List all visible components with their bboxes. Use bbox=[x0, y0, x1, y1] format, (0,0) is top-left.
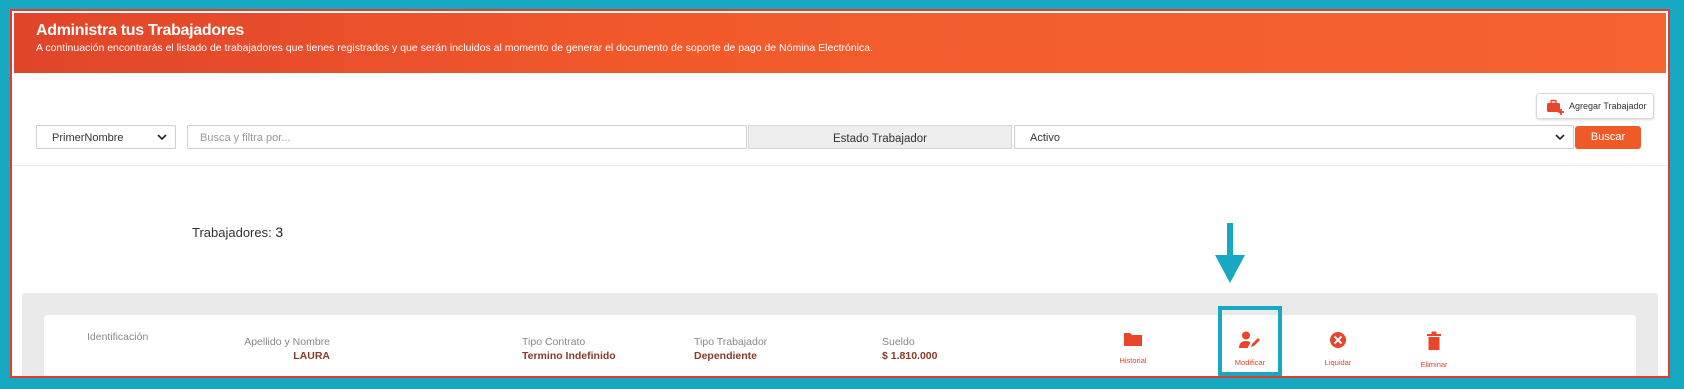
field-select[interactable]: PrimerNombre bbox=[36, 125, 176, 149]
chevron-down-icon bbox=[156, 129, 168, 148]
worker-count-value: 3 bbox=[275, 224, 284, 240]
close-circle-icon bbox=[1329, 332, 1347, 353]
estado-trabajador-label: Estado Trabajador bbox=[748, 125, 1012, 149]
tipo-trabajador-label: Tipo Trabajador bbox=[694, 336, 768, 348]
search-input[interactable]: Busca y filtra por... bbox=[187, 125, 747, 149]
nombre-value: LAURA bbox=[293, 350, 330, 362]
liquidar-label: Liquidar bbox=[1324, 358, 1352, 367]
add-worker-label: Agregar Trabajador bbox=[1569, 101, 1647, 111]
add-worker-button[interactable]: Agregar Trabajador bbox=[1536, 93, 1654, 119]
worker-count: Trabajadores: 3 bbox=[192, 224, 283, 240]
highlight-box bbox=[1218, 306, 1282, 376]
historial-label: Historial bbox=[1119, 356, 1147, 365]
worker-count-label: Trabajadores: bbox=[192, 225, 272, 240]
eliminar-button[interactable]: Eliminar bbox=[1404, 331, 1464, 369]
sueldo-label: Sueldo bbox=[882, 336, 915, 348]
filter-bar: PrimerNombre Busca y filtra por... Estad… bbox=[12, 125, 1668, 166]
historial-button[interactable]: Historial bbox=[1103, 331, 1163, 365]
tipo-contrato-column: Tipo Contrato Termino Indefinido bbox=[522, 336, 616, 362]
search-button[interactable]: Buscar bbox=[1575, 126, 1641, 149]
search-placeholder: Busca y filtra por... bbox=[200, 132, 291, 144]
tipo-contrato-label: Tipo Contrato bbox=[522, 336, 586, 348]
estado-select-value: Activo bbox=[1030, 132, 1060, 144]
nombre-column: Apellido y Nombre LAURA bbox=[244, 336, 330, 362]
field-select-value: PrimerNombre bbox=[52, 132, 124, 144]
page-header: Administra tus Trabajadores A continuaci… bbox=[14, 13, 1666, 73]
folder-icon bbox=[1123, 333, 1143, 351]
tipo-contrato-value: Termino Indefinido bbox=[522, 350, 616, 362]
chevron-down-icon bbox=[1554, 129, 1566, 148]
nombre-label: Apellido y Nombre bbox=[244, 336, 330, 348]
tipo-trabajador-column: Tipo Trabajador Dependiente bbox=[694, 336, 767, 362]
eliminar-label: Eliminar bbox=[1420, 360, 1448, 369]
briefcase-add-icon bbox=[1546, 99, 1566, 122]
tipo-trabajador-value: Dependiente bbox=[694, 350, 758, 362]
trash-icon bbox=[1426, 331, 1442, 355]
estado-select[interactable]: Activo bbox=[1014, 125, 1574, 149]
identificacion-column: Identificación bbox=[87, 331, 148, 343]
liquidar-button[interactable]: Liquidar bbox=[1308, 331, 1368, 367]
sueldo-value: $ 1.810.000 bbox=[882, 350, 938, 362]
page-subtitle: A continuación encontrarás el listado de… bbox=[36, 42, 874, 54]
page-title: Administra tus Trabajadores bbox=[36, 22, 244, 39]
app-frame: Administra tus Trabajadores A continuaci… bbox=[10, 9, 1670, 378]
identificacion-label: Identificación bbox=[87, 331, 149, 343]
arrow-down-icon bbox=[1213, 223, 1247, 290]
sueldo-column: Sueldo $ 1.810.000 bbox=[882, 336, 937, 362]
